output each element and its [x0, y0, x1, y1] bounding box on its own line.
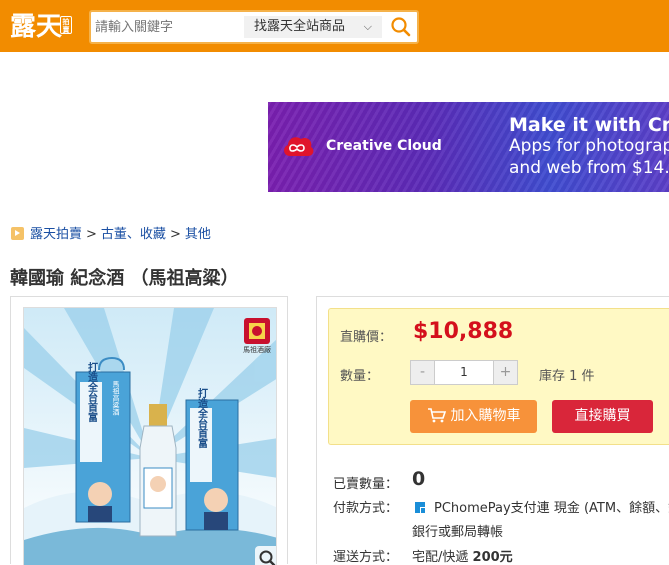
brand-label: 馬祖酒廠	[243, 345, 271, 354]
site-logo[interactable]: 露天 拍賣	[10, 9, 72, 45]
box-subtext-left: 馬祖高粱酒	[112, 381, 120, 417]
breadcrumb-item-antiques[interactable]: 古董、收藏	[101, 227, 166, 242]
top-bar: 露天 拍賣 找露天全站商品 ⌵	[0, 0, 669, 52]
ad-brand: Creative Cloud	[326, 138, 442, 154]
breadcrumb-separator: >	[169, 227, 181, 242]
product-image[interactable]: 馬祖酒廠 打造全台首富 馬祖高粱酒 打造全台首富	[23, 307, 277, 565]
logo-sub: 拍賣	[60, 16, 72, 34]
buy-now-button[interactable]: 直接購買	[552, 400, 653, 433]
breadcrumb: 露天拍賣 > 古董、收藏 > 其他	[11, 223, 211, 242]
search-button[interactable]	[387, 14, 415, 40]
shipping-info: 宅配/快遞 200元	[412, 546, 513, 565]
sold-value: 0	[412, 468, 426, 490]
pchomepay-icon	[412, 499, 428, 515]
search-scope-select[interactable]: 找露天全站商品 ⌵	[244, 16, 382, 38]
breadcrumb-item-other[interactable]: 其他	[185, 227, 211, 242]
play-icon	[11, 227, 24, 240]
creative-cloud-icon	[284, 137, 314, 156]
ad-headline: Make it with Crea	[509, 114, 669, 136]
product-image-box: 馬祖酒廠 打造全台首富 馬祖高粱酒 打造全台首富	[10, 296, 288, 565]
quantity-increase-button[interactable]: +	[493, 361, 517, 384]
product-title: 韓國瑜 紀念酒 （馬祖高粱）	[10, 268, 239, 289]
payment-methods: PChomePay支付連 現金 (ATM、餘額、銀	[412, 497, 669, 516]
logo-text: 露天	[10, 12, 63, 42]
ad-line-2: and web from $14.29	[509, 158, 669, 178]
quantity-decrease-button[interactable]: -	[411, 361, 435, 384]
shipping-label: 運送方式：	[333, 550, 399, 565]
breadcrumb-separator: >	[86, 227, 97, 242]
quantity-stepper: - 1 +	[410, 360, 518, 385]
breadcrumb-item-home[interactable]: 露天拍賣	[30, 227, 82, 242]
zoom-button[interactable]	[255, 546, 276, 565]
ad-banner[interactable]: Creative Cloud Make it with Crea Apps fo…	[268, 102, 669, 192]
add-to-cart-label: 加入購物車	[450, 408, 521, 424]
search-icon	[391, 17, 411, 37]
quantity-input[interactable]: 1	[436, 361, 492, 384]
payment-label: 付款方式：	[333, 501, 399, 516]
price-label: 直購價：	[340, 330, 393, 345]
cart-icon	[427, 408, 446, 423]
stock-count: 庫存 1 件	[539, 369, 595, 384]
search-bar: 找露天全站商品 ⌵	[89, 10, 419, 44]
price-value: $10,888	[413, 319, 514, 344]
shipping-fee: 200元	[472, 550, 513, 565]
search-scope-label: 找露天全站商品	[254, 19, 346, 34]
search-input[interactable]	[95, 16, 237, 38]
payment-line-1: PChomePay支付連 現金 (ATM、餘額、銀	[434, 501, 669, 516]
payment-line-2: 銀行或郵局轉帳	[412, 525, 504, 540]
ad-line-1: Apps for photograph	[509, 136, 669, 156]
chevron-down-icon: ⌵	[363, 20, 372, 33]
add-to-cart-button[interactable]: 加入購物車	[410, 400, 537, 433]
product-photo: 馬祖酒廠 打造全台首富 馬祖高粱酒 打造全台首富	[24, 308, 276, 565]
quantity-label: 數量：	[340, 369, 380, 384]
sold-label: 已賣數量：	[333, 477, 399, 492]
zoom-icon	[259, 550, 276, 565]
shipping-method: 宅配/快遞	[412, 550, 469, 565]
